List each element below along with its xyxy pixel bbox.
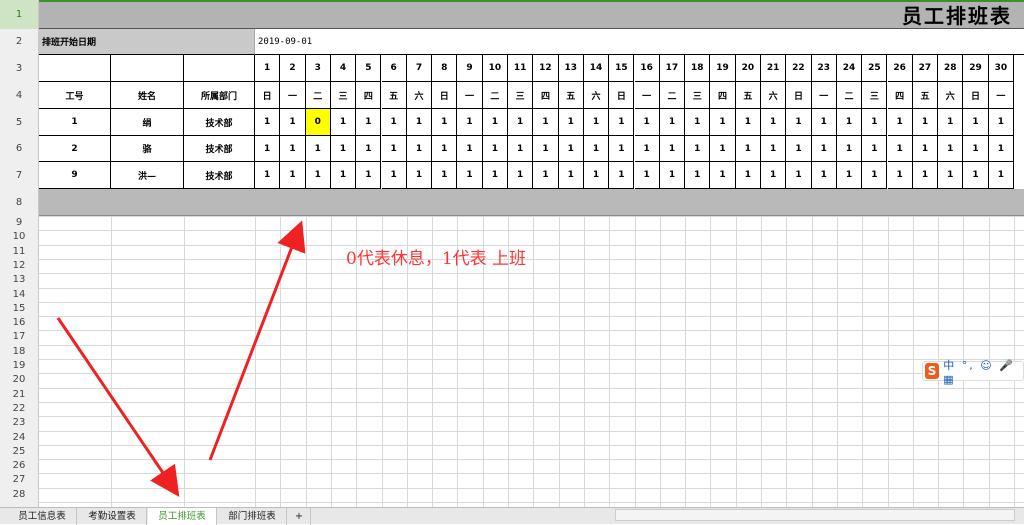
sheet-tab[interactable]: 部门排班表 [218, 508, 287, 525]
sheet-tab[interactable]: 员工排班表 [148, 508, 217, 525]
ime-toolbar[interactable]: S 中 °, ☺ 🎤 ▦ [922, 359, 1024, 386]
arrow-to-tab [56, 317, 180, 497]
horizontal-scrollbar[interactable] [615, 509, 1015, 521]
sogou-logo-icon: S [925, 363, 940, 379]
add-sheet-button[interactable]: + [288, 508, 311, 525]
sheet-tab[interactable]: 考勤设置表 [78, 508, 147, 525]
sheet-tab[interactable]: 员工信息表 [8, 508, 77, 525]
ime-status-icons[interactable]: 中 °, ☺ 🎤 ▦ [943, 357, 1023, 386]
arrow-to-cell [208, 220, 306, 461]
arrow-overlay [56, 220, 306, 497]
